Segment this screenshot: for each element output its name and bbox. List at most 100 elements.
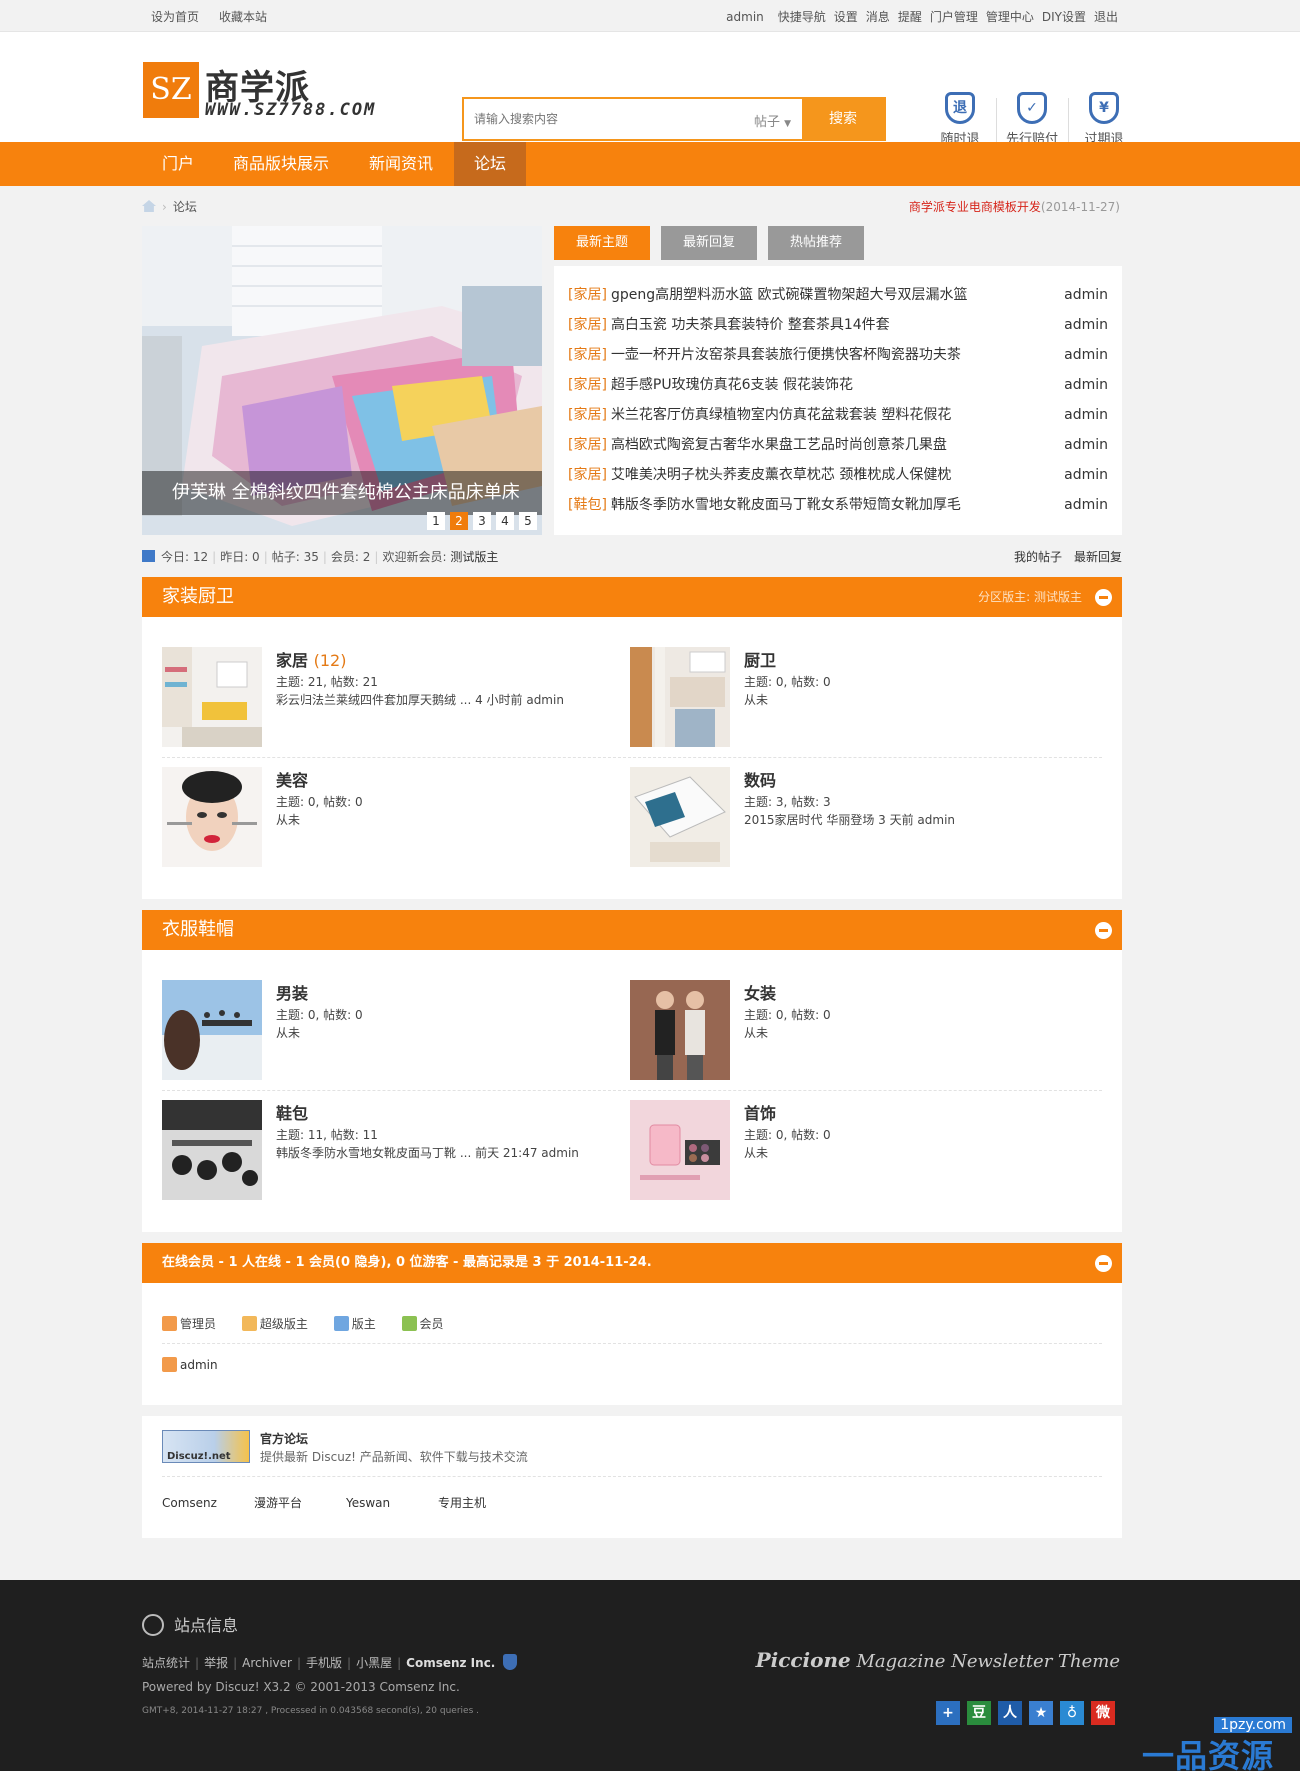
quick-nav-link[interactable]: 快捷导航 bbox=[778, 10, 826, 24]
list-item[interactable]: [鞋包] 韩版冬季防水雪地女靴皮面马丁靴女系带短筒女靴加厚毛 admin bbox=[568, 490, 1108, 520]
forum-item[interactable]: 厨卫 主题: 0, 帖数: 0 从未 bbox=[630, 647, 1090, 747]
footer-company[interactable]: Comsenz Inc. bbox=[406, 1656, 495, 1670]
link-comsenz[interactable]: Comsenz bbox=[162, 1496, 254, 1510]
user-link[interactable]: admin bbox=[726, 10, 764, 24]
thread-title[interactable]: 米兰花客厅仿真绿植物室内仿真花盆栽套装 塑料花假花 bbox=[611, 407, 951, 423]
forum-name[interactable]: 数码 bbox=[744, 767, 776, 791]
forum-last-post[interactable]: 彩云归法兰莱绒四件套加厚天鹅绒 ... 4 小时前 admin bbox=[276, 691, 564, 708]
admin-center-link[interactable]: 管理中心 bbox=[986, 10, 1034, 24]
online-user-name[interactable]: admin bbox=[180, 1358, 218, 1372]
thread-author[interactable]: admin bbox=[1064, 430, 1108, 460]
collapse-icon[interactable] bbox=[1095, 1255, 1112, 1272]
home-icon[interactable] bbox=[142, 200, 156, 212]
share-star-icon[interactable]: ★ bbox=[1029, 1701, 1053, 1725]
list-item[interactable]: [家居] 超手感PU玫瑰仿真花6支装 假花装饰花 admin bbox=[568, 370, 1108, 400]
list-item[interactable]: [家居] gpeng高朋塑料沥水篮 欧式碗碟置物架超大号双层漏水篮 admin bbox=[568, 280, 1108, 310]
footer-stats-link[interactable]: 站点统计 bbox=[142, 1656, 190, 1670]
slider-page-4[interactable]: 4 bbox=[496, 512, 514, 530]
thread-category[interactable]: [家居] bbox=[568, 407, 607, 423]
collapse-icon[interactable] bbox=[1095, 589, 1112, 606]
footer-mobile-link[interactable]: 手机版 bbox=[306, 1656, 342, 1670]
footer-report-link[interactable]: 举报 bbox=[204, 1656, 228, 1670]
forum-item[interactable]: 男装 主题: 0, 帖数: 0 从未 bbox=[162, 980, 622, 1080]
forum-item[interactable]: 鞋包 主题: 11, 帖数: 11 韩版冬季防水雪地女靴皮面马丁靴 ... 前天… bbox=[162, 1100, 622, 1200]
forum-thumbnail[interactable] bbox=[630, 767, 730, 867]
thread-author[interactable]: admin bbox=[1064, 400, 1108, 430]
slider-page-1[interactable]: 1 bbox=[427, 512, 445, 530]
forum-thumbnail[interactable] bbox=[162, 980, 262, 1080]
link-yeswan[interactable]: Yeswan bbox=[346, 1496, 438, 1510]
share-plus-icon[interactable]: + bbox=[936, 1701, 960, 1725]
forum-thumbnail[interactable] bbox=[162, 1100, 262, 1200]
forum-name[interactable]: 鞋包 bbox=[276, 1100, 308, 1124]
forum-name[interactable]: 厨卫 bbox=[744, 647, 776, 671]
forum-name[interactable]: 首饰 bbox=[744, 1100, 776, 1124]
breadcrumb-current[interactable]: 论坛 bbox=[173, 200, 197, 214]
new-member-link[interactable]: 测试版主 bbox=[450, 550, 498, 564]
forum-item[interactable]: 家居 (12) 主题: 21, 帖数: 21 彩云归法兰莱绒四件套加厚天鹅绒 .… bbox=[162, 647, 622, 747]
thread-title[interactable]: 韩版冬季防水雪地女靴皮面马丁靴女系带短筒女靴加厚毛 bbox=[611, 497, 961, 513]
thread-category[interactable]: [家居] bbox=[568, 437, 607, 453]
collapse-icon[interactable] bbox=[1095, 922, 1112, 939]
portal-admin-link[interactable]: 门户管理 bbox=[930, 10, 978, 24]
tab-latest-replies[interactable]: 最新回复 bbox=[661, 226, 757, 260]
tab-hot-threads[interactable]: 热帖推荐 bbox=[768, 226, 864, 260]
forum-thumbnail[interactable] bbox=[162, 647, 262, 747]
thread-category[interactable]: [家居] bbox=[568, 347, 607, 363]
set-homepage-link[interactable]: 设为首页 bbox=[151, 10, 199, 24]
search-button[interactable]: 搜索 bbox=[802, 99, 884, 139]
category-title[interactable]: 家装厨卫 bbox=[162, 577, 234, 617]
share-weibo-icon[interactable]: 微 bbox=[1091, 1701, 1115, 1725]
thread-category[interactable]: [家居] bbox=[568, 287, 607, 303]
footer-blackroom-link[interactable]: 小黑屋 bbox=[356, 1656, 392, 1670]
slider-page-3[interactable]: 3 bbox=[473, 512, 491, 530]
thread-category[interactable]: [家居] bbox=[568, 317, 607, 333]
link-title[interactable]: 官方论坛 bbox=[260, 1430, 308, 1447]
search-type-select[interactable]: 帖子 ▼ bbox=[754, 111, 791, 130]
footer-archiver-link[interactable]: Archiver bbox=[242, 1656, 292, 1670]
share-qq-icon[interactable]: ♁ bbox=[1060, 1701, 1084, 1725]
forum-thumbnail[interactable] bbox=[630, 980, 730, 1080]
badge-expiry-return[interactable]: ¥ 过期退 bbox=[1072, 92, 1136, 147]
thread-title[interactable]: 一壶一杯开片汝窑茶具套装旅行便携快客杯陶瓷器功夫茶 bbox=[611, 347, 961, 363]
thread-author[interactable]: admin bbox=[1064, 280, 1108, 310]
thread-author[interactable]: admin bbox=[1064, 370, 1108, 400]
badge-advance-payment[interactable]: ✓ 先行赔付 bbox=[1000, 92, 1064, 147]
share-douban-icon[interactable]: 豆 bbox=[967, 1701, 991, 1725]
forum-item[interactable]: 美容 主题: 0, 帖数: 0 从未 bbox=[162, 767, 622, 867]
forum-name[interactable]: 女装 bbox=[744, 980, 776, 1004]
latest-replies-link[interactable]: 最新回复 bbox=[1074, 550, 1122, 564]
reminders-link[interactable]: 提醒 bbox=[898, 10, 922, 24]
thread-category[interactable]: [家居] bbox=[568, 377, 607, 393]
online-title[interactable]: 在线会员 - 1 人在线 - 1 会员(0 隐身), 0 位游客 - 最高记录是… bbox=[162, 1243, 652, 1283]
thread-title[interactable]: 超手感PU玫瑰仿真花6支装 假花装饰花 bbox=[611, 377, 853, 393]
category-moderator[interactable]: 分区版主: 测试版主 bbox=[978, 577, 1082, 617]
thread-title[interactable]: 高档欧式陶瓷复古奢华水果盘工艺品时尚创意茶几果盘 bbox=[611, 437, 947, 453]
forum-item[interactable]: 首饰 主题: 0, 帖数: 0 从未 bbox=[630, 1100, 1090, 1200]
nav-news[interactable]: 新闻资讯 bbox=[349, 142, 453, 186]
link-manyou[interactable]: 漫游平台 bbox=[254, 1494, 346, 1511]
settings-link[interactable]: 设置 bbox=[834, 10, 858, 24]
site-logo[interactable]: SZ 商学派 WWW.SZ7788.COM bbox=[143, 60, 403, 120]
my-posts-link[interactable]: 我的帖子 bbox=[1014, 550, 1062, 564]
diy-settings-link[interactable]: DIY设置 bbox=[1042, 10, 1086, 24]
forum-thumbnail[interactable] bbox=[630, 1100, 730, 1200]
search-input[interactable] bbox=[474, 109, 734, 129]
thread-author[interactable]: admin bbox=[1064, 310, 1108, 340]
announcement[interactable]: 商学派专业电商模板开发(2014-11-27) bbox=[909, 198, 1120, 215]
list-item[interactable]: [家居] 艾唯美决明子枕头荞麦皮薰衣草枕芯 颈椎枕成人保健枕 admin bbox=[568, 460, 1108, 490]
list-item[interactable]: [家居] 一壶一杯开片汝窑茶具套装旅行便携快客杯陶瓷器功夫茶 admin bbox=[568, 340, 1108, 370]
thread-author[interactable]: admin bbox=[1064, 340, 1108, 370]
thread-title[interactable]: 高白玉瓷 功夫茶具套装特价 整套茶具14件套 bbox=[611, 317, 890, 333]
online-user[interactable]: admin bbox=[162, 1357, 218, 1372]
forum-name[interactable]: 男装 bbox=[276, 980, 308, 1004]
messages-link[interactable]: 消息 bbox=[866, 10, 890, 24]
nav-portal[interactable]: 门户 bbox=[142, 142, 214, 186]
slider-page-5[interactable]: 5 bbox=[519, 512, 537, 530]
category-title[interactable]: 衣服鞋帽 bbox=[162, 910, 234, 950]
forum-thumbnail[interactable] bbox=[162, 767, 262, 867]
share-renren-icon[interactable]: 人 bbox=[998, 1701, 1022, 1725]
list-item[interactable]: [家居] 高白玉瓷 功夫茶具套装特价 整套茶具14件套 admin bbox=[568, 310, 1108, 340]
badge-return-anytime[interactable]: 退 随时退 bbox=[928, 92, 992, 147]
slider-page-2[interactable]: 2 bbox=[450, 512, 468, 530]
